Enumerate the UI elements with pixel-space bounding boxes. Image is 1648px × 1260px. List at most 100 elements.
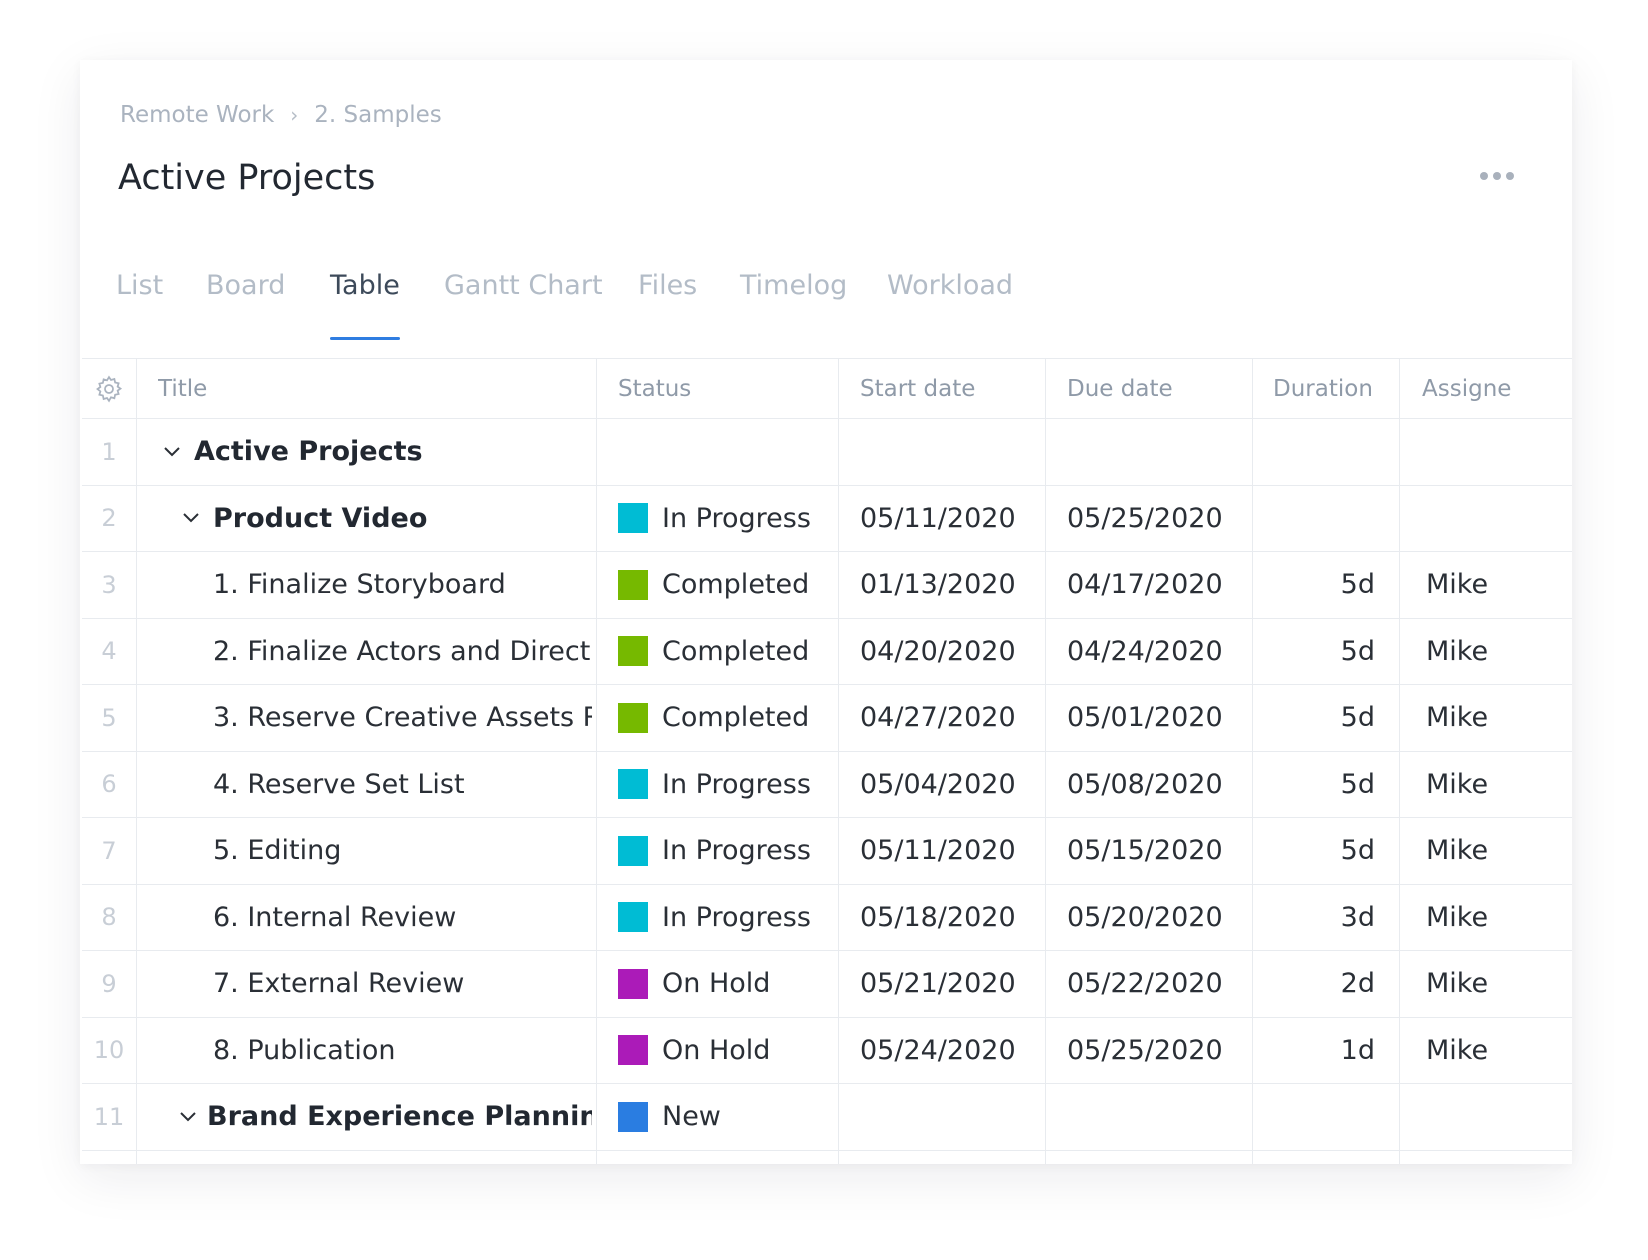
duration-cell[interactable] — [1252, 486, 1375, 552]
row-number: 3 — [101, 570, 117, 599]
task-title-cell[interactable]: 8. Publication — [213, 1018, 592, 1084]
duration-cell[interactable]: 5d — [1252, 752, 1375, 818]
task-title-cell[interactable]: 3. Reserve Creative Assets R... — [213, 685, 592, 751]
task-title-cell[interactable]: Active Projects — [160, 419, 592, 485]
assignee-cell[interactable]: Mike — [1426, 818, 1572, 884]
duration-cell[interactable] — [1252, 419, 1375, 485]
assignee-cell[interactable] — [1426, 1084, 1572, 1150]
duration-cell[interactable]: 5d — [1252, 552, 1375, 618]
assignee-cell[interactable] — [1426, 486, 1572, 552]
assignee-cell[interactable]: Mike — [1426, 685, 1572, 751]
due-date-cell[interactable]: 05/22/2020 — [1067, 951, 1247, 1017]
assignee-cell[interactable] — [1426, 419, 1572, 485]
due-date-cell[interactable]: 04/17/2020 — [1067, 552, 1247, 618]
breadcrumb-item-samples[interactable]: 2. Samples — [314, 102, 441, 128]
tab-gantt-chart[interactable]: Gantt Chart — [444, 236, 603, 358]
start-date-cell[interactable]: 05/24/2020 — [860, 1018, 1040, 1084]
due-date-cell[interactable] — [1067, 419, 1247, 485]
assignee-cell[interactable]: Mike — [1426, 752, 1572, 818]
more-options-icon[interactable] — [1480, 172, 1514, 180]
column-header-due-date[interactable]: Due date — [1067, 359, 1267, 418]
duration-cell[interactable]: 5d — [1252, 619, 1375, 685]
chevron-down-icon[interactable] — [179, 1111, 197, 1123]
status-cell[interactable]: In Progress — [618, 752, 836, 818]
duration-cell[interactable]: 2d — [1252, 951, 1375, 1017]
column-settings-button[interactable] — [82, 359, 136, 418]
task-title-cell[interactable]: 6. Internal Review — [213, 885, 592, 951]
column-header-assignee[interactable]: Assigne — [1422, 359, 1572, 418]
column-divider — [596, 358, 597, 1164]
status-cell[interactable]: In Progress — [618, 885, 836, 951]
chevron-down-icon[interactable] — [160, 446, 184, 458]
start-date-cell[interactable]: 05/21/2020 — [860, 951, 1040, 1017]
status-cell[interactable] — [618, 419, 836, 485]
due-date-cell[interactable]: 05/25/2020 — [1067, 486, 1247, 552]
table-row[interactable]: 5 3. Reserve Creative Assets R... Complete… — [82, 685, 1572, 752]
table-row[interactable]: 1 Active Projects — [82, 419, 1572, 486]
status-cell[interactable]: On Hold — [618, 1018, 836, 1084]
table-row[interactable]: 2 Product Video In Progress 05/11/2020 05/25… — [82, 486, 1572, 552]
due-date-cell[interactable]: 05/20/2020 — [1067, 885, 1247, 951]
assignee-cell[interactable]: Mike — [1426, 1018, 1572, 1084]
task-title-cell[interactable]: 2. Finalize Actors and Direct... — [213, 619, 592, 685]
tab-table[interactable]: Table — [330, 236, 400, 358]
start-date-cell[interactable] — [860, 419, 1040, 485]
duration-cell[interactable] — [1252, 1084, 1375, 1150]
assignee-cell[interactable]: Mike — [1426, 552, 1572, 618]
start-date-cell[interactable]: 04/27/2020 — [860, 685, 1040, 751]
due-date-cell[interactable]: 05/25/2020 — [1067, 1018, 1247, 1084]
duration-cell[interactable]: 1d — [1252, 1018, 1375, 1084]
table-row[interactable]: 6 4. Reserve Set List In Progress 05/04/202… — [82, 752, 1572, 818]
tab-workload[interactable]: Workload — [887, 236, 1013, 358]
duration-cell[interactable]: 3d — [1252, 885, 1375, 951]
column-header-status[interactable]: Status — [618, 359, 838, 418]
start-date-cell[interactable]: 05/04/2020 — [860, 752, 1040, 818]
breadcrumb-item-remote-work[interactable]: Remote Work — [120, 102, 274, 128]
table-row[interactable]: 7 5. Editing In Progress 05/11/2020 05/15/20… — [82, 818, 1572, 885]
task-title-cell[interactable]: 5. Editing — [213, 818, 592, 884]
column-header-start-date[interactable]: Start date — [860, 359, 1060, 418]
start-date-cell[interactable] — [860, 1084, 1040, 1150]
table-row[interactable]: 4 2. Finalize Actors and Direct... Complet… — [82, 619, 1572, 685]
status-cell[interactable]: On Hold — [618, 951, 836, 1017]
task-title-cell[interactable]: Product Video — [179, 486, 592, 552]
start-date-cell[interactable]: 05/11/2020 — [860, 818, 1040, 884]
due-date-cell[interactable]: 05/15/2020 — [1067, 818, 1247, 884]
tab-list[interactable]: List — [116, 236, 163, 358]
table-row[interactable]: 10 8. Publication On Hold 05/24/2020 05/25/2… — [82, 1018, 1572, 1084]
task-title-cell[interactable]: 7. External Review — [213, 951, 592, 1017]
start-date-cell[interactable]: 05/18/2020 — [860, 885, 1040, 951]
assignee-cell[interactable]: Mike — [1426, 885, 1572, 951]
status-color-swatch — [618, 1035, 648, 1066]
assignee-cell[interactable]: Mike — [1426, 619, 1572, 685]
status-cell[interactable]: In Progress — [618, 486, 836, 552]
table-row[interactable]: 11 Brand Experience Planning New — [82, 1084, 1572, 1151]
start-date-cell[interactable]: 04/20/2020 — [860, 619, 1040, 685]
chevron-down-icon[interactable] — [179, 512, 203, 524]
start-date-cell[interactable]: 01/13/2020 — [860, 552, 1040, 618]
start-date-cell[interactable]: 05/11/2020 — [860, 486, 1040, 552]
status-cell[interactable]: Completed — [618, 552, 836, 618]
due-date-cell[interactable]: 04/24/2020 — [1067, 619, 1247, 685]
status-cell[interactable]: Completed — [618, 619, 836, 685]
column-header-title[interactable]: Title — [158, 359, 598, 418]
table-row[interactable]: 8 6. Internal Review In Progress 05/18/2020… — [82, 885, 1572, 951]
tab-files[interactable]: Files — [638, 236, 697, 358]
duration-cell[interactable]: 5d — [1252, 818, 1375, 884]
tab-timelog[interactable]: Timelog — [740, 236, 847, 358]
due-date-cell[interactable]: 05/01/2020 — [1067, 685, 1247, 751]
status-cell[interactable]: In Progress — [618, 818, 836, 884]
task-title-cell[interactable]: 1. Finalize Storyboard — [213, 552, 592, 618]
due-date-cell[interactable] — [1067, 1084, 1247, 1150]
table-row[interactable]: 9 7. External Review On Hold 05/21/2020 05/2… — [82, 951, 1572, 1018]
duration-cell[interactable]: 5d — [1252, 685, 1375, 751]
status-cell[interactable]: New — [618, 1084, 836, 1150]
task-title-cell[interactable]: 4. Reserve Set List — [213, 752, 592, 818]
status-cell[interactable]: Completed — [618, 685, 836, 751]
table-row[interactable]: 3 1. Finalize Storyboard Completed 01/13/20… — [82, 552, 1572, 619]
column-header-duration[interactable]: Duration — [1273, 359, 1413, 418]
tab-board[interactable]: Board — [206, 236, 285, 358]
assignee-cell[interactable]: Mike — [1426, 951, 1572, 1017]
task-title-cell[interactable]: Brand Experience Planning — [179, 1084, 592, 1150]
due-date-cell[interactable]: 05/08/2020 — [1067, 752, 1247, 818]
